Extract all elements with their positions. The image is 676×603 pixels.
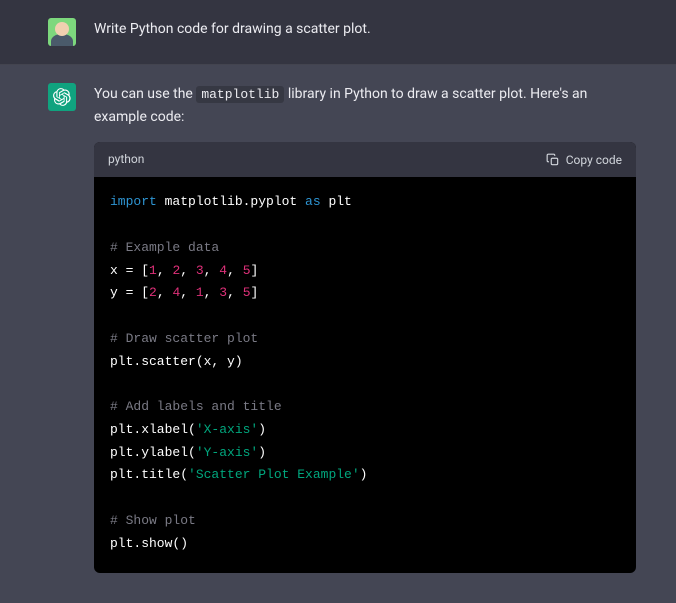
code-body: import matplotlib.pyplot as plt # Exampl… (94, 177, 636, 573)
code-token: 1 (149, 263, 157, 278)
user-avatar (48, 18, 76, 46)
code-token: x = [ (110, 263, 149, 278)
code-token: 4 (219, 263, 227, 278)
code-token: # Show plot (110, 513, 196, 528)
user-message-text: Write Python code for drawing a scatter … (94, 18, 636, 46)
code-token: 5 (243, 263, 251, 278)
code-token: # Example data (110, 240, 219, 255)
code-language-label: python (108, 150, 144, 169)
copy-code-label: Copy code (566, 153, 622, 167)
clipboard-icon (546, 153, 560, 167)
code-token: import (110, 194, 165, 209)
code-block: python Copy code import matplotlib.pyplo… (94, 142, 636, 573)
code-token: ] (251, 263, 259, 278)
code-token: , (180, 285, 196, 300)
code-token: plt.show() (110, 536, 188, 551)
code-token: , (180, 263, 196, 278)
code-token: plt.scatter(x, y) (110, 354, 243, 369)
code-token: # Draw scatter plot (110, 331, 258, 346)
code-token: as (305, 194, 328, 209)
code-token: , (157, 285, 173, 300)
code-token: , (204, 263, 220, 278)
code-token: 'X-axis' (196, 422, 258, 437)
code-token: , (227, 285, 243, 300)
code-token: plt.ylabel( (110, 445, 196, 460)
code-token: , (204, 285, 220, 300)
code-token: ) (258, 422, 266, 437)
code-token: # Add labels and title (110, 399, 282, 414)
code-token: ) (258, 445, 266, 460)
code-token: matplotlib.pyplot (165, 194, 305, 209)
code-token: ] (251, 285, 259, 300)
assistant-intro-pre: You can use the (94, 86, 196, 102)
assistant-message-row: You can use the matplotlib library in Py… (0, 65, 676, 603)
inline-code: matplotlib (196, 86, 284, 103)
code-token: plt.xlabel( (110, 422, 196, 437)
openai-logo-icon (53, 88, 71, 106)
code-token: plt.title( (110, 467, 188, 482)
copy-code-button[interactable]: Copy code (546, 153, 622, 167)
assistant-message-content: You can use the matplotlib library in Py… (94, 83, 636, 573)
code-token: 2 (149, 285, 157, 300)
code-token: 5 (243, 285, 251, 300)
code-token: 3 (219, 285, 227, 300)
code-token: , (157, 263, 173, 278)
code-token: ) (360, 467, 368, 482)
code-token: y = [ (110, 285, 149, 300)
user-message-row: Write Python code for drawing a scatter … (0, 0, 676, 65)
code-token: 1 (196, 285, 204, 300)
code-token: 'Y-axis' (196, 445, 258, 460)
assistant-avatar (48, 83, 76, 111)
code-token: 3 (196, 263, 204, 278)
code-block-header: python Copy code (94, 142, 636, 177)
code-token: 'Scatter Plot Example' (188, 467, 360, 482)
code-token: plt (328, 194, 351, 209)
code-token: , (227, 263, 243, 278)
